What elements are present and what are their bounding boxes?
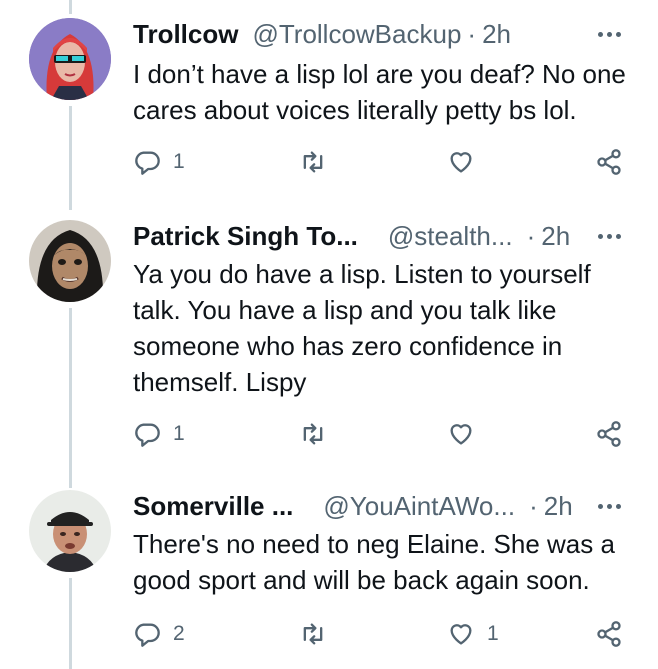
retweet-button[interactable]: [299, 618, 339, 650]
reply-count: 1: [173, 150, 185, 173]
tweet-text-line: Ya you do have a lisp. Listen to yoursel…: [133, 259, 591, 289]
retweet-icon: [303, 423, 323, 445]
tweet-text-line: cares about voices literally petty bs lo…: [133, 95, 577, 125]
like-icon: [450, 624, 472, 645]
separator: ·: [529, 490, 538, 521]
tweet-header: Patrick Singh To... @stealth... · 2h: [133, 218, 570, 254]
avatar[interactable]: [29, 18, 111, 100]
tweet[interactable]: Patrick Singh To... @stealth... · 2h Ya …: [0, 218, 658, 478]
display-name[interactable]: Patrick Singh To...: [133, 221, 358, 252]
tweet-actions: 2 1: [133, 618, 633, 650]
retweet-icon: [303, 623, 323, 645]
timestamp[interactable]: 2h: [541, 221, 570, 252]
tweet-text-line: someone who has zero confidence in: [133, 331, 563, 361]
tweet-text-line: There's no need to neg Elaine. She was a: [133, 529, 615, 559]
more-icon[interactable]: [598, 24, 626, 44]
timestamp[interactable]: 2h: [544, 491, 573, 522]
share-icon: [597, 149, 621, 175]
more-icon[interactable]: [598, 226, 626, 246]
reply-button[interactable]: 2: [133, 618, 185, 650]
share-button[interactable]: [595, 618, 623, 650]
like-icon: [450, 424, 472, 445]
tweet-text-line: good sport and will be back again soon.: [133, 565, 590, 595]
like-button[interactable]: [447, 146, 487, 178]
reply-icon: [135, 423, 160, 447]
share-icon: [597, 621, 621, 647]
display-name[interactable]: Trollcow: [133, 19, 238, 50]
reply-button[interactable]: 1: [133, 146, 185, 178]
avatar[interactable]: [29, 490, 111, 572]
reply-count: 1: [173, 422, 185, 445]
tweet-text-line: I don’t have a lisp lol are you deaf? No…: [133, 59, 626, 89]
username[interactable]: @YouAintAWo...: [323, 491, 515, 522]
tweet-text-line: themself. Lispy: [133, 367, 307, 397]
tweet-text: There's no need to neg Elaine. She was a…: [133, 526, 638, 598]
reply-icon: [135, 151, 160, 175]
share-button[interactable]: [595, 146, 623, 178]
tweet-actions: 1: [133, 146, 633, 178]
tweet-text: Ya you do have a lisp. Listen to yoursel…: [133, 256, 638, 400]
retweet-button[interactable]: [299, 418, 339, 450]
reply-count: 2: [173, 622, 185, 645]
timestamp[interactable]: 2h: [482, 19, 511, 50]
tweet-header: Somerville ... @YouAintAWo... · 2h: [133, 488, 573, 524]
retweet-icon: [303, 151, 323, 173]
tweet-text-line: talk. You have a lisp and you talk like: [133, 295, 557, 325]
tweet-header: Trollcow @TrollcowBackup · 2h: [133, 16, 511, 52]
display-name[interactable]: Somerville ...: [133, 491, 293, 522]
like-button[interactable]: 1: [447, 618, 499, 650]
like-count: 1: [487, 622, 499, 645]
thread-line: [69, 0, 72, 14]
username[interactable]: @stealth...: [388, 221, 513, 252]
tweet[interactable]: Somerville ... @YouAintAWo... · 2h There…: [0, 488, 658, 669]
tweet[interactable]: Trollcow @TrollcowBackup · 2h I don’t ha…: [0, 16, 658, 206]
avatar[interactable]: [29, 220, 111, 302]
tweet-text: I don’t have a lisp lol are you deaf? No…: [133, 56, 638, 128]
username[interactable]: @TrollcowBackup: [252, 19, 461, 50]
tweet-actions: 1: [133, 418, 633, 450]
separator: ·: [526, 220, 536, 251]
more-icon[interactable]: [598, 496, 626, 516]
share-button[interactable]: [595, 418, 623, 450]
reply-button[interactable]: 1: [133, 418, 185, 450]
reply-icon: [135, 623, 160, 647]
like-button[interactable]: [447, 418, 487, 450]
separator: ·: [467, 18, 477, 49]
retweet-button[interactable]: [299, 146, 339, 178]
like-icon: [450, 152, 472, 173]
share-icon: [597, 421, 621, 447]
